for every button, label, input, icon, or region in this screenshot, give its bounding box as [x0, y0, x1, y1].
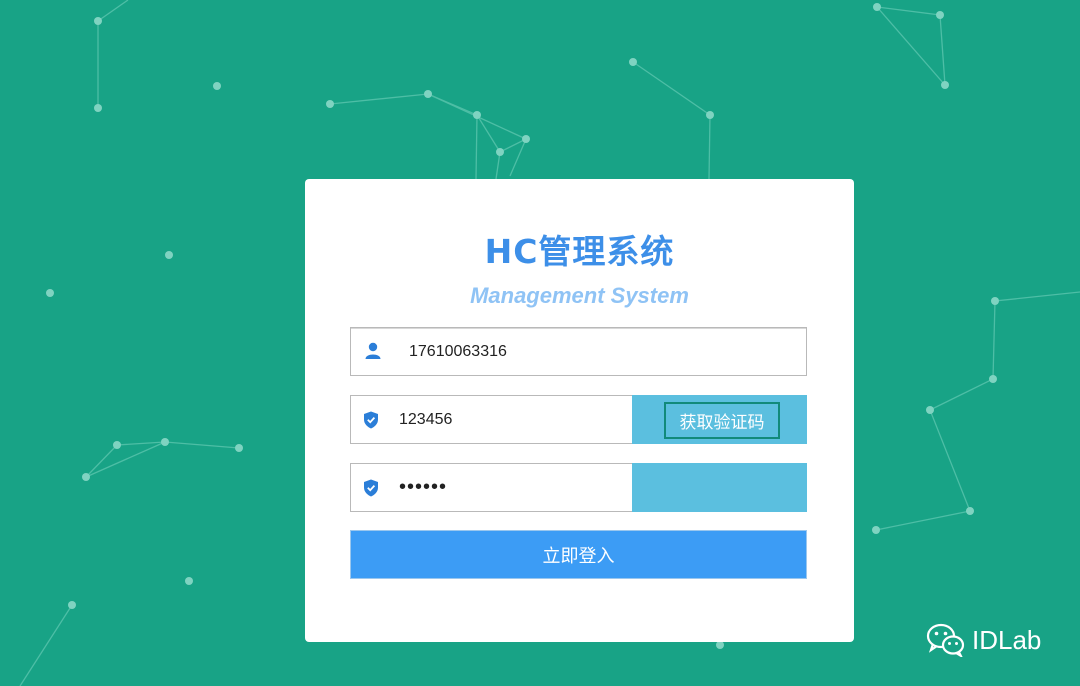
username-field [350, 327, 807, 376]
watermark: IDLab [926, 620, 1041, 660]
shield-icon [364, 411, 378, 429]
password-field [350, 463, 807, 512]
code-field: 获取验证码 [350, 395, 807, 444]
watermark-text: IDLab [972, 624, 1042, 655]
password-side-panel [632, 463, 807, 512]
login-button[interactable]: 立即登入 [350, 530, 807, 579]
password-input[interactable] [399, 464, 629, 511]
login-card: HC管理系统 Management System 获取验证码 立即登入 [305, 179, 854, 642]
username-input[interactable] [409, 328, 789, 375]
user-icon [365, 342, 381, 359]
page-subtitle: Management System [470, 283, 689, 308]
code-input[interactable] [399, 396, 629, 443]
page-title: HC管理系统 [484, 232, 675, 271]
code-button-panel: 获取验证码 [632, 395, 807, 444]
get-code-button[interactable]: 获取验证码 [664, 402, 780, 439]
shield-icon [364, 479, 378, 497]
wechat-icon [926, 623, 965, 657]
